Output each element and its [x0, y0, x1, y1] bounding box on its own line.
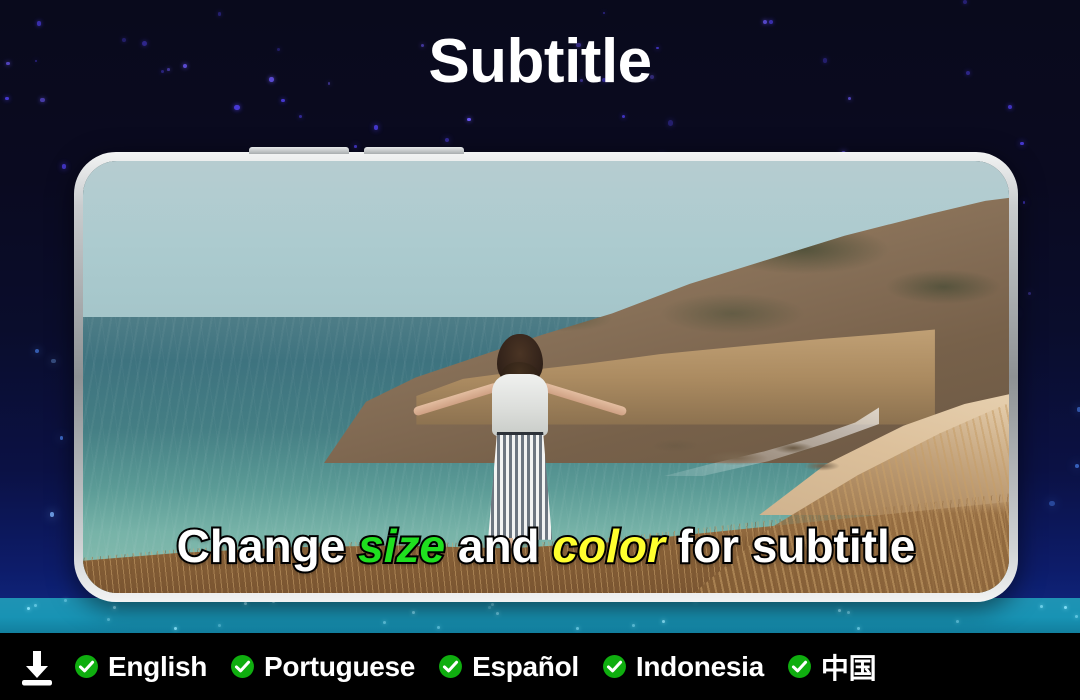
- sparkle: [437, 626, 440, 629]
- star: [848, 96, 852, 100]
- caption-part-2: and: [445, 520, 553, 572]
- sparkle: [174, 627, 177, 630]
- sparkle: [491, 603, 494, 606]
- sparkle: [34, 604, 37, 607]
- sparkle: [107, 618, 110, 621]
- check-circle-icon[interactable]: [230, 654, 255, 679]
- star: [59, 436, 64, 440]
- sparkle: [496, 612, 499, 615]
- star: [1022, 201, 1026, 204]
- sparkle: [847, 611, 850, 614]
- star: [36, 21, 42, 27]
- language-label: Español: [472, 650, 579, 682]
- language-bar: English Portuguese Español Indonesia 中国: [0, 633, 1080, 700]
- star: [963, 0, 967, 5]
- language-label: English: [108, 650, 208, 682]
- star: [762, 19, 768, 24]
- subtitle-caption: Change size and color for subtitle: [83, 520, 1009, 572]
- star: [667, 120, 673, 126]
- download-icon[interactable]: [0, 647, 74, 687]
- star: [299, 114, 303, 118]
- caption-part-4: for subtitle: [664, 520, 918, 572]
- star: [234, 104, 240, 110]
- sparkle: [632, 624, 635, 627]
- language-item-indonesia[interactable]: Indonesia: [602, 651, 764, 683]
- star: [1020, 141, 1025, 146]
- language-list: English Portuguese Español Indonesia 中国: [74, 647, 1080, 687]
- caption-part-0: Change: [175, 520, 359, 572]
- check-circle-icon[interactable]: [787, 654, 812, 679]
- sparkle: [412, 611, 415, 614]
- language-label: 中国: [820, 652, 877, 684]
- language-item-english[interactable]: English: [74, 651, 207, 683]
- sparkle: [64, 599, 67, 602]
- star: [354, 145, 357, 148]
- star: [768, 19, 774, 25]
- star: [1007, 104, 1012, 109]
- sparkle: [576, 627, 579, 630]
- sparkle: [27, 607, 30, 610]
- language-item-portuguese[interactable]: Portuguese: [230, 651, 415, 683]
- phone-screen[interactable]: Change size and color for subtitle: [83, 161, 1009, 593]
- volume-up-button[interactable]: [249, 147, 349, 154]
- sparkle: [838, 609, 841, 612]
- star: [61, 163, 67, 169]
- language-label: Portuguese: [264, 650, 416, 682]
- cyan-glow-band: [0, 598, 1080, 633]
- star: [35, 348, 40, 353]
- star: [1076, 407, 1080, 412]
- star: [445, 138, 450, 143]
- volume-down-button[interactable]: [364, 147, 464, 154]
- sparkle: [956, 620, 959, 623]
- star: [51, 358, 56, 364]
- language-item-espa-ol[interactable]: Español: [438, 651, 579, 683]
- sparkle: [1075, 615, 1078, 618]
- sparkle: [857, 627, 860, 630]
- sparkle: [488, 606, 491, 609]
- star: [467, 117, 471, 122]
- sparkle: [218, 624, 221, 627]
- caption-part-1: size: [356, 520, 447, 572]
- top-shirt: [492, 373, 549, 436]
- page-title: Subtitle: [428, 27, 652, 96]
- caption-part-3: color: [550, 520, 666, 572]
- star: [1049, 500, 1055, 506]
- star: [217, 11, 222, 16]
- star: [49, 512, 55, 517]
- sparkle: [113, 606, 116, 609]
- star: [621, 114, 626, 118]
- sparkle: [662, 620, 665, 623]
- star: [40, 97, 45, 103]
- language-item-[interactable]: 中国: [787, 647, 877, 687]
- check-circle-icon[interactable]: [438, 654, 463, 679]
- sparkle: [383, 621, 386, 624]
- star: [373, 125, 379, 131]
- star: [602, 11, 605, 14]
- star: [281, 98, 286, 103]
- check-circle-icon[interactable]: [602, 654, 627, 679]
- sparkle: [1064, 606, 1067, 609]
- shore-rocks: [638, 428, 843, 485]
- language-label: Indonesia: [635, 650, 764, 682]
- sparkle: [1040, 605, 1043, 608]
- check-circle-icon[interactable]: [74, 654, 99, 679]
- star: [5, 96, 10, 101]
- star: [1028, 291, 1032, 295]
- star: [1075, 464, 1079, 469]
- sparkle: [244, 602, 247, 605]
- phone-mockup: Change size and color for subtitle: [74, 147, 1018, 602]
